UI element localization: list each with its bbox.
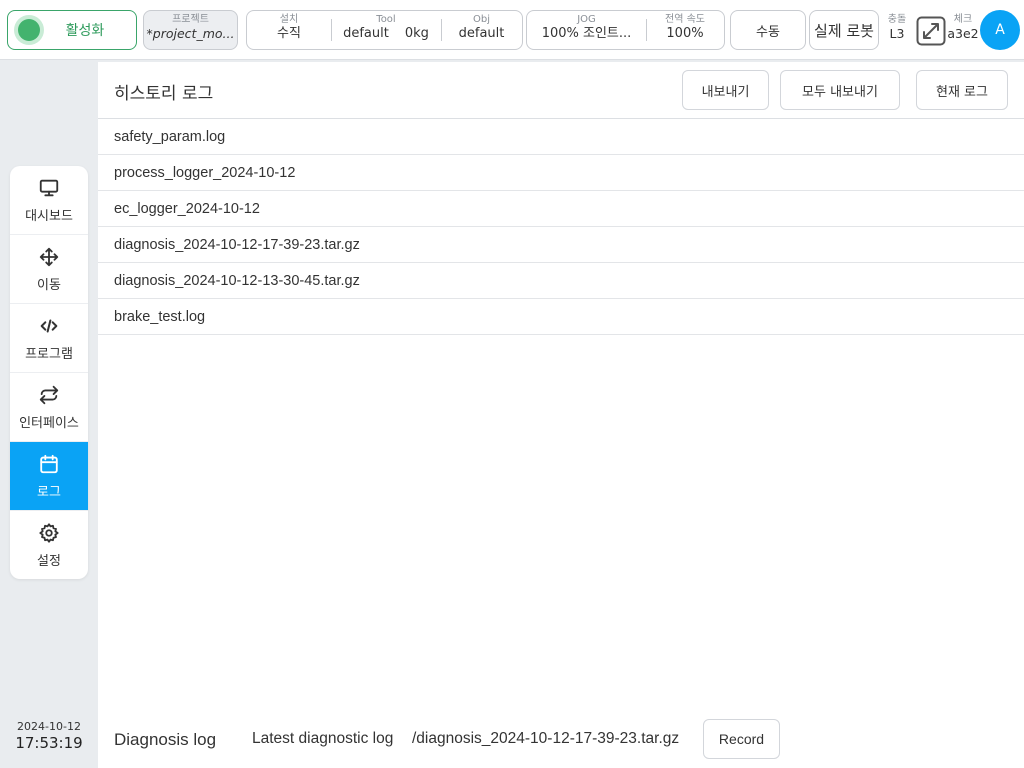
nav-label-program: 프로그램 (25, 346, 73, 362)
obj-setting[interactable]: Obj default (441, 11, 522, 49)
install-value: 수직 (277, 26, 301, 41)
collision-label: 충돌 (887, 14, 907, 25)
checksum: 체크 a3e2 (946, 13, 980, 42)
global-speed-label: 전역 속도 (665, 14, 705, 25)
nav-item-program[interactable]: 프로그램 (10, 304, 88, 373)
tool-label: Tool (376, 14, 396, 25)
current-log-button[interactable]: 현재 로그 (916, 70, 1008, 110)
latest-diagnostic-label: Latest diagnostic log (252, 730, 394, 747)
activate-label: 활성화 (65, 23, 105, 39)
side-nav: 대시보드 이동 프로그램 인터페이스 로그 설정 (10, 166, 88, 579)
tool-setting[interactable]: Tool default 0kg (331, 11, 441, 49)
swap-icon (39, 385, 59, 404)
diagnosis-log-title: Diagnosis log (114, 730, 217, 749)
latest-diagnostic-path: /diagnosis_2024-10-12-17-39-23.tar.gz (412, 730, 680, 747)
nav-label-interface: 인터페이스 (19, 415, 79, 431)
install-label: 설치 (279, 14, 299, 25)
project-selector[interactable]: 프로젝트 *project_mo... (143, 10, 238, 50)
panel-header: 히스토리 로그 내보내기 모두 내보내기 현재 로그 (98, 62, 1024, 119)
log-file-row[interactable]: diagnosis_2024-10-12-17-39-23.tar.gz (98, 227, 1024, 263)
top-bar: 활성화 프로젝트 *project_mo... 설치 수직 Tool defau… (0, 0, 1024, 60)
log-file-row[interactable]: process_logger_2024-10-12 (98, 155, 1024, 191)
log-file-row[interactable]: diagnosis_2024-10-12-13-30-45.tar.gz (98, 263, 1024, 299)
global-speed-value: 100% (666, 26, 704, 41)
clock: 2024-10-12 17:53:19 (8, 720, 90, 752)
move-icon (39, 247, 59, 266)
global-speed-setting[interactable]: 전역 속도 100% (646, 11, 724, 49)
log-file-row[interactable]: ec_logger_2024-10-12 (98, 191, 1024, 227)
nav-item-dashboard[interactable]: 대시보드 (10, 166, 88, 235)
log-file-list: safety_param.log process_logger_2024-10-… (98, 119, 1024, 335)
jog-value: 100% 조인트... (541, 26, 632, 41)
diagnosis-log-section: Diagnosis log Latest diagnostic log /dia… (98, 718, 1024, 766)
expand-icon[interactable] (916, 16, 946, 46)
jog-speed-panel: JOG 100% 조인트... 전역 속도 100% (526, 10, 725, 50)
install-tool-obj-panel: 설치 수직 Tool default 0kg Obj default (246, 10, 523, 50)
log-file-row[interactable]: safety_param.log (98, 119, 1024, 155)
obj-label: Obj (473, 14, 490, 25)
clock-date: 2024-10-12 (17, 720, 81, 733)
manual-mode-button[interactable]: 수동 (730, 10, 806, 50)
collision-value: L3 (889, 26, 905, 41)
export-button[interactable]: 내보내기 (682, 70, 769, 110)
real-robot-button[interactable]: 실제 로봇 (809, 10, 879, 50)
log-file-row[interactable]: brake_test.log (98, 299, 1024, 335)
nav-item-interface[interactable]: 인터페이스 (10, 373, 88, 442)
nav-label-log: 로그 (37, 484, 61, 500)
jog-setting[interactable]: JOG 100% 조인트... (527, 11, 646, 49)
gear-icon (39, 523, 59, 543)
jog-label: JOG (577, 14, 596, 25)
record-button[interactable]: Record (703, 719, 780, 759)
user-avatar[interactable]: A (980, 10, 1020, 50)
collision-level[interactable]: 충돌 L3 (883, 13, 911, 42)
export-all-button[interactable]: 모두 내보내기 (780, 70, 900, 110)
calendar-icon (40, 454, 58, 473)
check-value: a3e2 (947, 26, 979, 41)
code-icon (40, 318, 58, 333)
project-label: 프로젝트 (172, 14, 209, 25)
nav-item-log[interactable]: 로그 (10, 442, 88, 511)
nav-label-move: 이동 (37, 277, 61, 293)
nav-label-dashboard: 대시보드 (25, 208, 73, 224)
nav-item-move[interactable]: 이동 (10, 235, 88, 304)
tool-name: default (343, 26, 389, 41)
status-indicator-icon (18, 19, 40, 41)
nav-item-settings[interactable]: 설정 (10, 511, 88, 579)
clock-time: 17:53:19 (15, 734, 83, 752)
tool-payload: 0kg (404, 26, 429, 41)
project-value: *project_mo... (146, 26, 235, 41)
history-log-panel: 히스토리 로그 내보내기 모두 내보내기 현재 로그 safety_param.… (98, 62, 1024, 768)
obj-value: default (458, 26, 505, 41)
nav-label-settings: 설정 (37, 554, 61, 569)
check-label: 체크 (953, 14, 973, 25)
install-setting[interactable]: 설치 수직 (247, 11, 331, 49)
monitor-icon (39, 179, 59, 196)
page-title: 히스토리 로그 (114, 84, 214, 104)
activate-button[interactable]: 활성화 (7, 10, 137, 50)
